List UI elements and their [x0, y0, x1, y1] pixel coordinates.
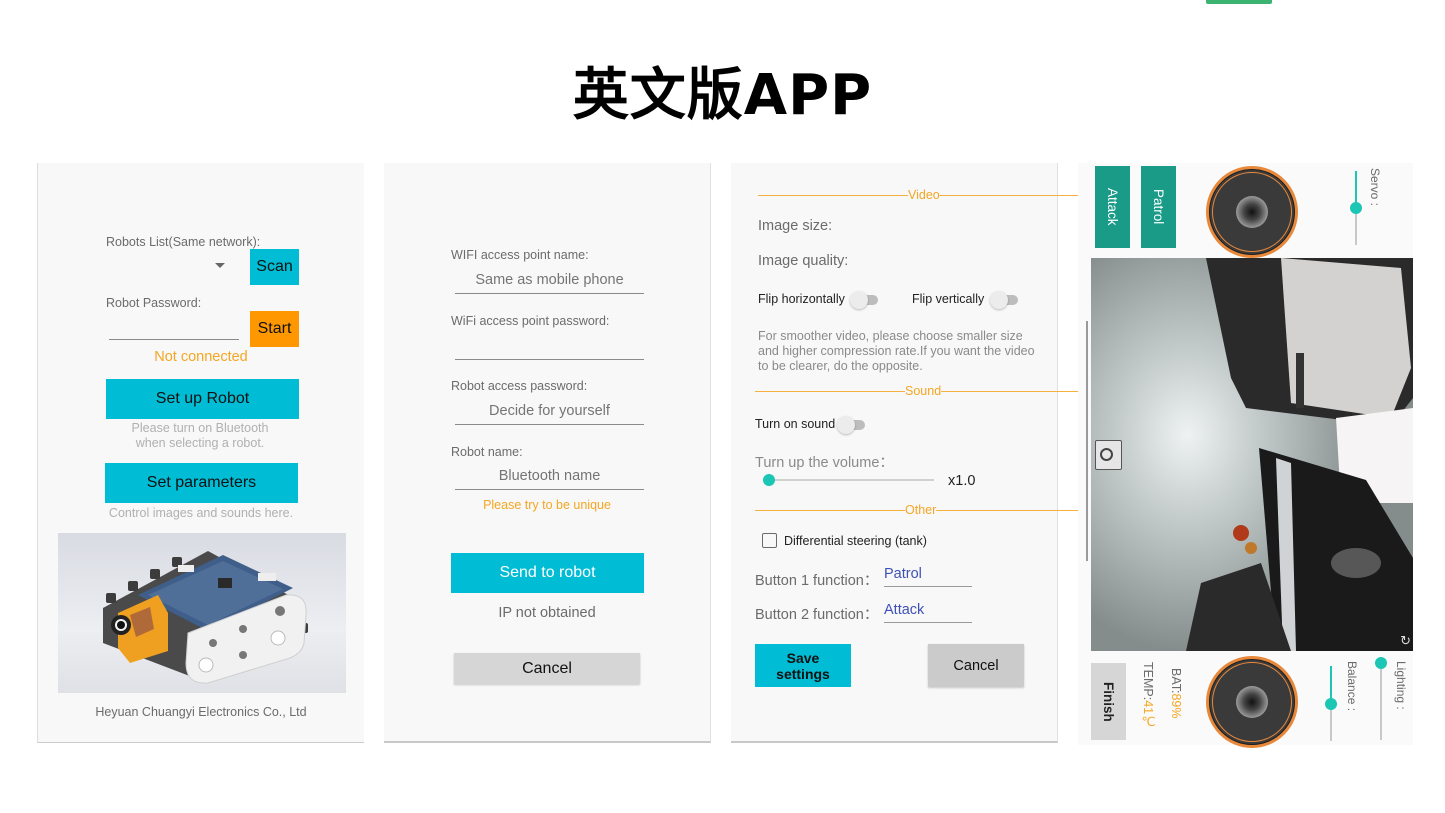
connection-status: Not connected: [154, 349, 248, 365]
volume-slider[interactable]: [763, 474, 934, 486]
bat-label: BAT:: [1169, 668, 1183, 694]
sound-label: Turn on sound: [755, 417, 836, 431]
button2-label: Button 2 function：: [755, 607, 879, 623]
button1-label: Button 1 function：: [755, 573, 879, 589]
start-button[interactable]: Start: [250, 311, 299, 347]
setup-hint: Please turn on Bluetooth when selecting …: [131, 421, 269, 450]
balance-label: Balance :: [1345, 661, 1359, 712]
finish-label: Finish: [1101, 681, 1116, 722]
attack-button[interactable]: Attack: [1095, 166, 1130, 248]
top-tab-indicator: [1206, 0, 1272, 4]
temperature-readout: TEMP:41℃: [1141, 662, 1156, 729]
button1-input[interactable]: Patrol: [884, 566, 972, 587]
cancel-button[interactable]: Cancel: [454, 653, 640, 684]
image-size-label: Image size:: [758, 218, 833, 234]
scrollbar-left[interactable]: [1086, 321, 1088, 561]
lighting-label: Lighting :: [1394, 661, 1408, 710]
screen-main: Robots List(Same network): Scan Robot Pa…: [37, 163, 364, 743]
robots-list-label: Robots List(Same network):: [106, 235, 261, 249]
lighting-slider-thumb[interactable]: [1375, 657, 1387, 669]
temp-value: 41℃: [1141, 700, 1155, 730]
robot-password-label: Robot access password:: [451, 379, 588, 393]
wifi-password-input[interactable]: [455, 333, 644, 360]
setup-robot-button[interactable]: Set up Robot: [106, 379, 299, 419]
robot-password-input[interactable]: [455, 398, 644, 425]
video-hint: For smoother video, please choose smalle…: [758, 329, 1035, 373]
servo-slider[interactable]: [1350, 171, 1362, 245]
diff-steering-checkbox[interactable]: [762, 533, 777, 548]
password-label: Robot Password:: [106, 296, 202, 310]
joystick-bottom[interactable]: [1206, 656, 1298, 748]
video-section-header: ————————————Video————————————: [758, 188, 1090, 202]
attack-label: Attack: [1105, 188, 1120, 226]
joystick-bottom-knob[interactable]: [1236, 686, 1268, 718]
patrol-label: Patrol: [1151, 189, 1166, 225]
balance-slider[interactable]: [1325, 666, 1337, 741]
robot-password-input[interactable]: [109, 315, 239, 340]
balance-slider-thumb[interactable]: [1325, 698, 1337, 710]
save-settings-button[interactable]: Save settings: [755, 644, 851, 687]
cancel-settings-button[interactable]: Cancel: [928, 644, 1024, 687]
camera-icon[interactable]: [1095, 440, 1122, 470]
bat-value: 89%: [1169, 693, 1183, 719]
screen-control: Attack Patrol Servo : ↻ Finish TEMP:41℃ …: [1078, 163, 1413, 748]
flip-vertical-label: Flip vertically: [912, 292, 985, 306]
send-to-robot-button[interactable]: Send to robot: [451, 553, 644, 593]
wifi-password-label: WiFi access point password:: [451, 314, 610, 328]
volume-slider-thumb[interactable]: [763, 474, 775, 486]
battery-readout: BAT:89%: [1169, 668, 1183, 719]
parameters-hint: Control images and sounds here.: [108, 506, 294, 520]
volume-label: Turn up the volume：: [755, 455, 894, 471]
video-feed: ↻: [1091, 258, 1413, 651]
robot-name-label: Robot name:: [451, 445, 523, 459]
camera-frame: [1091, 258, 1413, 651]
company-name: Heyuan Chuangyi Electronics Co., Ltd: [95, 705, 307, 719]
set-parameters-button[interactable]: Set parameters: [105, 463, 298, 503]
other-section-header: ————————————Other————————————: [755, 503, 1087, 517]
ip-status: IP not obtained: [498, 605, 596, 621]
sound-switch[interactable]: [837, 416, 867, 434]
joystick-top-knob[interactable]: [1236, 196, 1268, 228]
robot-name-input[interactable]: [455, 463, 644, 490]
servo-label: Servo :: [1368, 168, 1382, 207]
finish-button[interactable]: Finish: [1091, 663, 1126, 740]
rotate-icon[interactable]: ↻: [1400, 633, 1411, 649]
wifi-name-input[interactable]: [455, 267, 644, 294]
scan-button[interactable]: Scan: [250, 249, 299, 285]
diff-steering-label: Differential steering (tank): [784, 534, 927, 548]
robots-list-dropdown[interactable]: [106, 255, 230, 279]
button2-input[interactable]: Attack: [884, 602, 972, 623]
robot-name-hint: Please try to be unique: [483, 498, 611, 512]
volume-value: x1.0: [948, 473, 976, 489]
screen-setup: WIFI access point name: WiFi access poin…: [384, 163, 711, 743]
sound-section-header: ————————————Sound————————————: [755, 384, 1092, 398]
caret-down-icon: [215, 263, 225, 268]
flip-vertical-switch[interactable]: [990, 291, 1020, 309]
robot-image: [58, 533, 346, 693]
flip-horizontal-switch[interactable]: [850, 291, 880, 309]
page-title: 英文版APP: [572, 63, 873, 128]
temp-label: TEMP:: [1141, 662, 1155, 701]
wifi-name-label: WIFI access point name:: [451, 248, 589, 262]
robot-illustration: [103, 551, 308, 684]
joystick-top[interactable]: [1206, 166, 1298, 258]
servo-slider-thumb[interactable]: [1350, 202, 1362, 214]
flip-horizontal-label: Flip horizontally: [758, 292, 845, 306]
patrol-button[interactable]: Patrol: [1141, 166, 1176, 248]
screen-settings: ————————————Video———————————— Image size…: [731, 163, 1091, 743]
lighting-slider[interactable]: [1375, 657, 1387, 740]
image-quality-label: Image quality:: [758, 253, 849, 269]
